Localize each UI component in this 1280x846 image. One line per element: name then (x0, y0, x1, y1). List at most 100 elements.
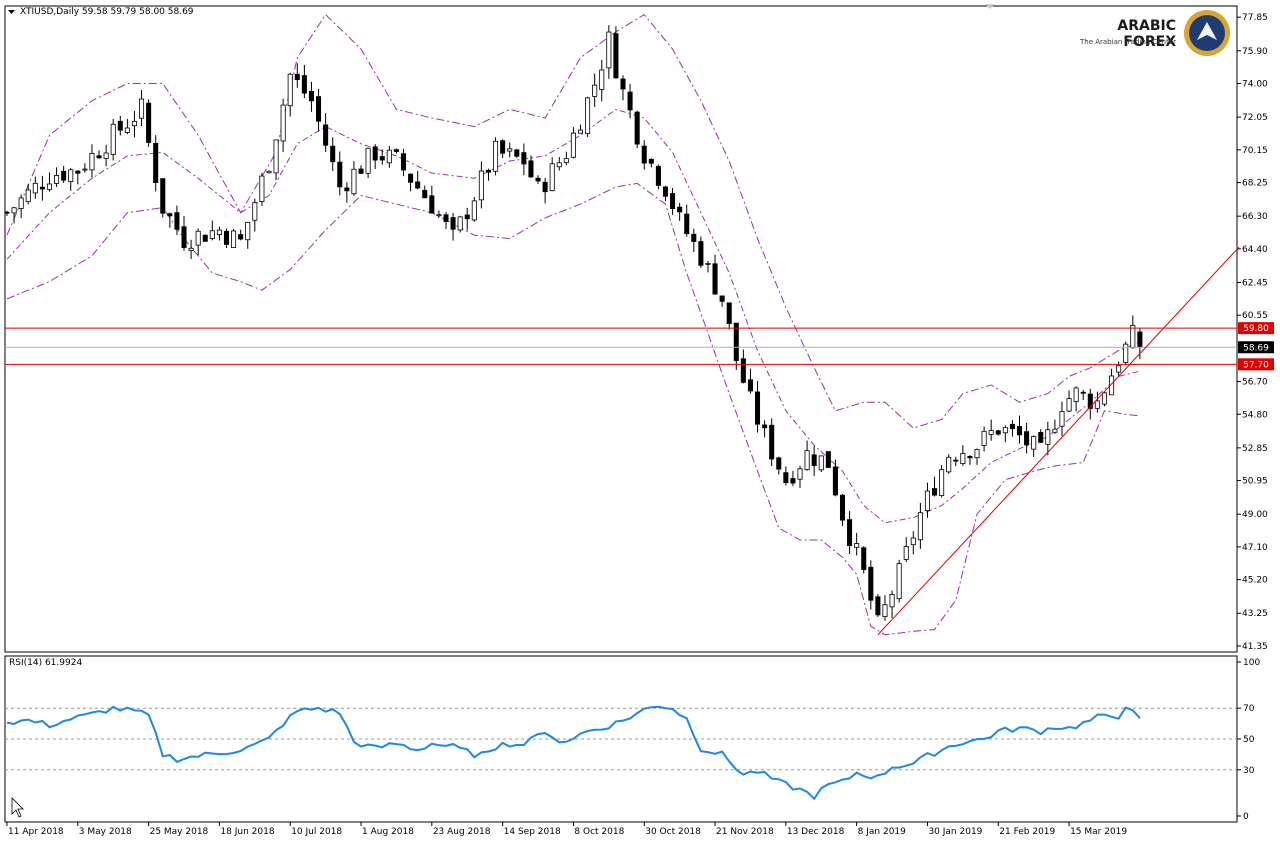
candle[interactable] (131, 120, 137, 127)
candle[interactable] (613, 33, 619, 79)
candle[interactable] (195, 230, 201, 246)
candle[interactable] (783, 472, 789, 484)
candle[interactable] (910, 537, 916, 546)
candle[interactable] (705, 262, 711, 265)
candle[interactable] (202, 234, 208, 242)
candle[interactable] (323, 124, 329, 146)
candle[interactable] (153, 143, 159, 183)
candle[interactable] (953, 459, 959, 462)
rsi-pane[interactable] (4, 655, 1238, 823)
candle[interactable] (167, 213, 173, 217)
candle[interactable] (847, 519, 853, 547)
candle[interactable] (1045, 429, 1051, 445)
candle[interactable] (924, 490, 930, 511)
candle[interactable] (415, 181, 421, 189)
candle[interactable] (932, 488, 938, 496)
candle[interactable] (96, 155, 102, 159)
candle[interactable] (577, 129, 584, 134)
candle[interactable] (450, 217, 456, 230)
candle[interactable] (4, 211, 10, 214)
candle[interactable] (1066, 398, 1072, 412)
candle[interactable] (719, 295, 725, 302)
candle[interactable] (528, 160, 534, 178)
candle[interactable] (117, 120, 123, 131)
candle[interactable] (620, 78, 626, 90)
candle[interactable] (755, 391, 761, 425)
candle[interactable] (854, 543, 860, 548)
candle[interactable] (110, 123, 116, 155)
candle[interactable] (585, 97, 591, 134)
candle[interactable] (82, 168, 88, 171)
candle[interactable] (804, 450, 810, 471)
candle[interactable] (634, 111, 640, 145)
candle[interactable] (641, 145, 647, 164)
candle[interactable] (18, 197, 24, 209)
candle[interactable] (677, 206, 683, 213)
candle[interactable] (818, 455, 824, 471)
candle[interactable] (981, 430, 987, 446)
candle[interactable] (946, 456, 952, 473)
candle[interactable] (627, 91, 633, 111)
candle[interactable] (337, 161, 343, 188)
candle[interactable] (974, 449, 980, 459)
candle[interactable] (1101, 392, 1107, 405)
candle[interactable] (280, 104, 286, 142)
candle[interactable] (868, 566, 874, 601)
candle[interactable] (493, 140, 499, 172)
candle[interactable] (471, 200, 477, 221)
candle[interactable] (139, 98, 145, 119)
candle[interactable] (39, 186, 45, 190)
candle[interactable] (507, 148, 513, 152)
candle[interactable] (960, 453, 966, 465)
candle[interactable] (25, 189, 31, 202)
candle[interactable] (776, 457, 782, 470)
candle[interactable] (592, 84, 598, 97)
candle[interactable] (889, 594, 895, 608)
candle[interactable] (379, 156, 385, 161)
candle[interactable] (1009, 424, 1015, 430)
candle[interactable] (1094, 400, 1100, 409)
candle[interactable] (273, 139, 279, 174)
price-pane[interactable] (4, 5, 1238, 653)
candle[interactable] (429, 195, 435, 214)
candle[interactable] (252, 202, 258, 221)
candle[interactable] (54, 175, 60, 184)
candle[interactable] (160, 178, 166, 214)
candle[interactable] (500, 140, 506, 154)
candle[interactable] (684, 213, 690, 235)
candle[interactable] (259, 175, 265, 202)
candle[interactable] (570, 132, 576, 158)
candle[interactable] (882, 604, 888, 618)
candle[interactable] (790, 478, 796, 484)
candle[interactable] (648, 158, 654, 164)
candle[interactable] (733, 322, 739, 361)
candle[interactable] (1016, 426, 1023, 436)
candle[interactable] (875, 596, 881, 616)
candle[interactable] (1116, 365, 1122, 373)
candle[interactable] (563, 158, 569, 164)
candle[interactable] (939, 469, 945, 496)
candle[interactable] (726, 302, 732, 324)
candle[interactable] (995, 430, 1001, 435)
candle[interactable] (556, 162, 562, 168)
candle[interactable] (1002, 427, 1008, 434)
price-chart[interactable]: 77.85 75.90 74.00 72.05 70.15 68.25 66.30 64.40… (0, 0, 1280, 846)
candle[interactable] (691, 233, 697, 242)
candle[interactable] (245, 221, 251, 241)
candle[interactable] (75, 170, 81, 174)
candle[interactable] (1073, 387, 1079, 402)
candle[interactable] (386, 149, 392, 164)
candle[interactable] (266, 170, 272, 174)
candle[interactable] (832, 466, 838, 496)
candle[interactable] (400, 153, 407, 171)
candle[interactable] (917, 512, 923, 541)
candle[interactable] (351, 168, 357, 195)
candle[interactable] (896, 563, 902, 600)
candle[interactable] (535, 177, 541, 182)
candle[interactable] (1024, 431, 1030, 446)
candle[interactable] (1130, 324, 1136, 349)
candle[interactable] (769, 424, 775, 460)
candle[interactable] (216, 229, 222, 236)
candle[interactable] (514, 149, 520, 157)
candle[interactable] (32, 182, 38, 194)
